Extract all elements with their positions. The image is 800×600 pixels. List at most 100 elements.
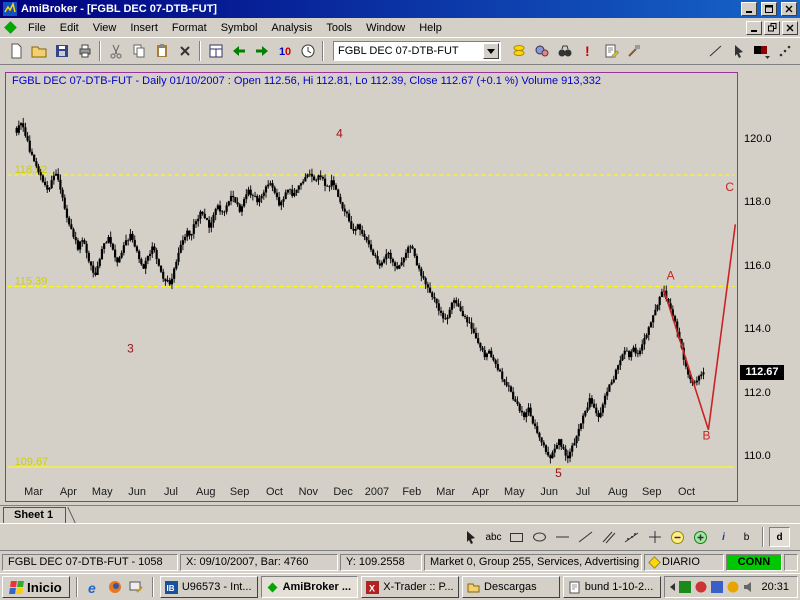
menu-tools[interactable]: Tools <box>319 20 359 36</box>
start-button[interactable]: Inicio <box>2 576 70 598</box>
menu-format[interactable]: Format <box>165 20 214 36</box>
preferences-button[interactable] <box>530 40 553 62</box>
menu-help[interactable]: Help <box>412 20 449 36</box>
layout-button[interactable] <box>204 40 227 62</box>
draw-line-button[interactable] <box>704 40 727 62</box>
explore-button[interactable] <box>553 40 576 62</box>
bars-tool-button[interactable]: b <box>736 527 757 547</box>
parallel-lines-tool-button[interactable] <box>598 527 619 547</box>
maximize-button[interactable] <box>761 2 777 16</box>
quote-button[interactable]: 10 <box>273 40 296 62</box>
quicklaunch-firefox-icon[interactable] <box>105 577 124 597</box>
crosshair-button[interactable] <box>644 527 665 547</box>
delete-button[interactable] <box>173 40 196 62</box>
chart-window-icon[interactable] <box>4 21 17 34</box>
menu-analysis[interactable]: Analysis <box>264 20 319 36</box>
close-button[interactable] <box>781 2 797 16</box>
price-chart[interactable]: 118.92115.39109.67345ABCMarAprMayJunJulA… <box>6 73 737 501</box>
menu-edit[interactable]: Edit <box>53 20 86 36</box>
new-button[interactable] <box>4 40 27 62</box>
tools-button[interactable] <box>622 40 645 62</box>
task-u96573[interactable]: IB U96573 - Int... <box>160 576 258 598</box>
y-axis-tick: 118.0 <box>744 196 771 208</box>
paste-clipboard-icon <box>154 43 170 59</box>
x-axis-label: May <box>92 486 113 498</box>
quicklaunch-desktop-icon[interactable] <box>127 577 146 597</box>
customize-button[interactable] <box>773 40 796 62</box>
toolbar-separator <box>99 41 101 61</box>
rectangle-tool-button[interactable] <box>506 527 527 547</box>
daily-mode-button[interactable]: d <box>769 527 790 547</box>
menu-file[interactable]: File <box>21 20 53 36</box>
color-picker-button[interactable] <box>750 40 773 62</box>
task-bund-notepad[interactable]: bund 1-10-2... <box>563 576 661 598</box>
y-axis[interactable]: 112.67 120.0118.0116.0114.0112.0110.0 <box>739 65 800 505</box>
taskbar: Inicio e IB U96573 - Int... AmiBroker ..… <box>0 573 800 600</box>
title-bar[interactable]: AmiBroker - [FGBL DEC 07-DTB-FUT] <box>0 0 800 18</box>
task-descargas[interactable]: Descargas <box>462 576 560 598</box>
tray-updates-icon[interactable] <box>727 581 739 593</box>
x-axis-label: Jul <box>164 486 178 498</box>
alert-button[interactable]: ! <box>576 40 599 62</box>
quotes-button[interactable] <box>507 40 530 62</box>
mdi-close-button[interactable] <box>782 21 798 35</box>
task-xtrader[interactable]: X X-Trader :: P... <box>361 576 459 598</box>
system-tray: 20:31 <box>664 576 799 598</box>
tray-volume-icon[interactable] <box>743 581 755 593</box>
wave-label-5: 5 <box>555 466 562 480</box>
svg-text:e: e <box>88 580 96 595</box>
regression-tool-button[interactable] <box>621 527 642 547</box>
maximize-icon <box>765 5 773 13</box>
ellipse-tool-button[interactable] <box>529 527 550 547</box>
cut-button[interactable] <box>104 40 127 62</box>
menu-window[interactable]: Window <box>359 20 412 36</box>
x-axis-label: Jul <box>576 486 590 498</box>
tab-sheet-1[interactable]: Sheet 1 <box>3 507 66 523</box>
copy-button[interactable] <box>127 40 150 62</box>
chart-title: FGBL DEC 07-DTB-FUT - Daily 01/10/2007 :… <box>12 75 601 87</box>
minimize-icon <box>745 5 753 13</box>
text-tool-button[interactable]: abc <box>483 527 504 547</box>
trendline-tool-button[interactable] <box>575 527 596 547</box>
minimize-button[interactable] <box>741 2 757 16</box>
hline-label: 118.92 <box>15 164 48 176</box>
tray-alert-icon[interactable] <box>695 581 707 593</box>
tray-connection-icon[interactable] <box>679 581 691 593</box>
x-axis-label: Mar <box>24 486 43 498</box>
zoom-out-button[interactable] <box>667 527 688 547</box>
combo-dropdown-button[interactable] <box>483 43 499 59</box>
menu-insert[interactable]: Insert <box>123 20 165 36</box>
tray-expand-icon[interactable] <box>670 583 675 591</box>
hline-tool-button[interactable] <box>552 527 573 547</box>
symbol-combo[interactable]: FGBL DEC 07-DTB-FUT <box>333 41 501 61</box>
print-button[interactable] <box>73 40 96 62</box>
open-button[interactable] <box>27 40 50 62</box>
task-amibroker[interactable]: AmiBroker ... <box>261 576 359 598</box>
x-axis-label: Aug <box>608 486 627 498</box>
realtime-button[interactable] <box>296 40 319 62</box>
tray-messenger-icon[interactable] <box>711 581 723 593</box>
hammer-icon <box>626 43 642 59</box>
y-axis-tick: 120.0 <box>744 133 772 145</box>
draw-pointer-button[interactable] <box>727 40 750 62</box>
paste-button[interactable] <box>150 40 173 62</box>
zoom-in-button[interactable] <box>690 527 711 547</box>
save-button[interactable] <box>50 40 73 62</box>
back-button[interactable] <box>227 40 250 62</box>
mdi-restore-button[interactable] <box>764 21 780 35</box>
menu-view[interactable]: View <box>86 20 124 36</box>
taskbar-clock[interactable]: 20:31 <box>762 581 790 593</box>
select-pointer-button[interactable] <box>460 527 481 547</box>
menu-symbol[interactable]: Symbol <box>214 20 265 36</box>
notepad-icon <box>568 581 581 594</box>
quicklaunch-ie-icon[interactable]: e <box>84 577 103 597</box>
taskbar-separator <box>76 577 78 597</box>
taskbar-separator <box>152 577 154 597</box>
folder-icon <box>467 581 480 594</box>
mdi-minimize-button[interactable] <box>746 21 762 35</box>
info-tool-button[interactable]: i <box>713 527 734 547</box>
commentary-button[interactable] <box>599 40 622 62</box>
coins-icon <box>511 43 527 59</box>
cut-scissors-icon <box>108 43 124 59</box>
forward-button[interactable] <box>250 40 273 62</box>
